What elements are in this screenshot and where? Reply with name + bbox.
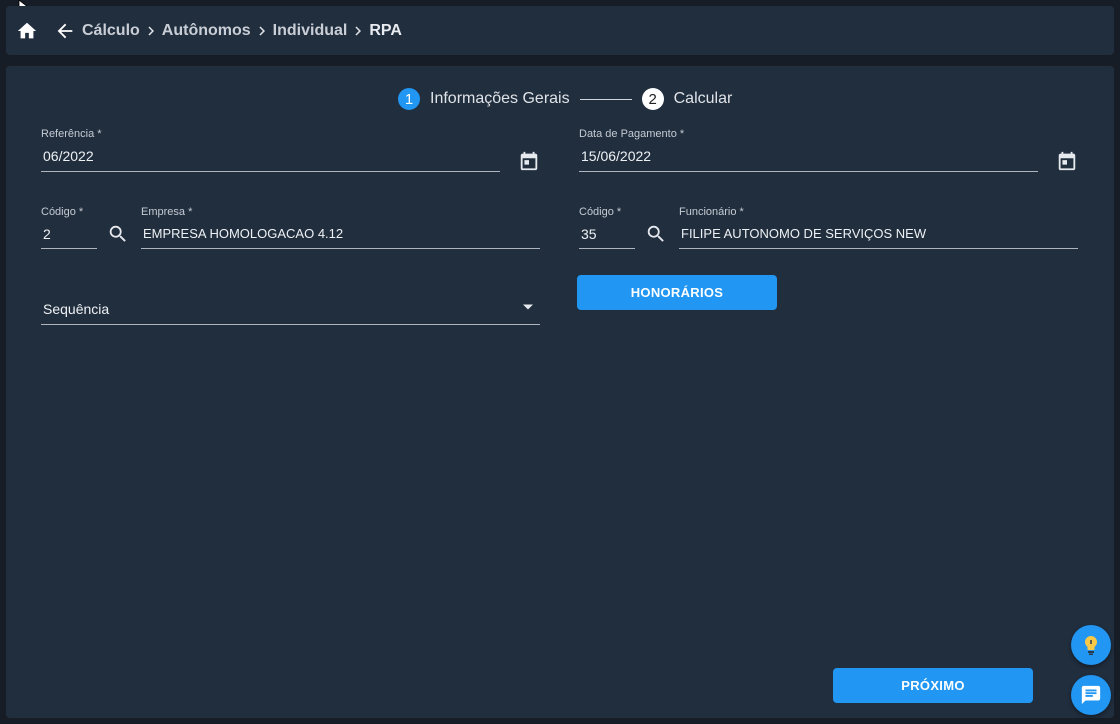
- breadcrumb-individual[interactable]: Individual: [273, 22, 348, 40]
- field-underline: [141, 248, 540, 249]
- breadcrumb-calculo[interactable]: Cálculo: [82, 22, 140, 40]
- step-1-number[interactable]: 1: [398, 88, 420, 110]
- funcionario-label: Funcionário *: [679, 206, 744, 218]
- empresa-search-button[interactable]: [106, 222, 130, 246]
- home-icon: [17, 22, 37, 38]
- empresa-codigo-label: Código *: [41, 206, 84, 218]
- tips-fab[interactable]: [1071, 625, 1111, 665]
- home-button[interactable]: [16, 20, 38, 42]
- sequencia-select[interactable]: Sequência: [41, 288, 540, 325]
- field-underline: [579, 171, 1038, 172]
- breadcrumb-autonomos[interactable]: Autônomos: [162, 22, 251, 40]
- back-button[interactable]: [54, 20, 76, 42]
- calendar-icon: [520, 151, 538, 171]
- funcionario-codigo-label: Código *: [579, 206, 622, 218]
- chevron-right-icon: [253, 22, 271, 40]
- breadcrumb-rpa: RPA: [369, 21, 402, 39]
- data-pagamento-label: Data de Pagamento *: [579, 128, 685, 140]
- chat-fab[interactable]: [1071, 675, 1111, 715]
- funcionario-field[interactable]: Funcionário * FILIPE AUTONOMO DE SERVIÇO…: [679, 206, 1078, 249]
- funcionario-search-button[interactable]: [644, 222, 668, 246]
- referencia-label: Referência *: [41, 128, 102, 140]
- chevron-right-icon: [349, 22, 367, 40]
- funcionario-input[interactable]: FILIPE AUTONOMO DE SERVIÇOS NEW: [681, 226, 926, 241]
- funcionario-codigo-input[interactable]: 35: [581, 226, 597, 242]
- referencia-input[interactable]: 06/2022: [43, 148, 94, 164]
- calendar-icon: [1058, 151, 1076, 171]
- lightbulb-icon: [1084, 635, 1098, 655]
- referencia-calendar-button[interactable]: [517, 149, 541, 173]
- step-1-label[interactable]: Informações Gerais: [430, 90, 570, 108]
- empresa-codigo-field[interactable]: Código * 2: [41, 206, 97, 249]
- search-icon: [109, 225, 126, 242]
- field-underline: [41, 324, 540, 325]
- main-panel: 1 Informações Gerais 2 Calcular Referênc…: [6, 66, 1114, 718]
- step-connector: [579, 98, 632, 100]
- field-underline: [679, 248, 1078, 249]
- step-2-number[interactable]: 2: [641, 88, 664, 110]
- step-2-label[interactable]: Calcular: [674, 90, 733, 108]
- proximo-button[interactable]: PRÓXIMO: [833, 668, 1033, 703]
- chevron-right-icon: [142, 22, 160, 40]
- empresa-field[interactable]: Empresa * EMPRESA HOMOLOGACAO 4.12: [141, 206, 540, 249]
- field-underline: [41, 171, 500, 172]
- honorarios-button[interactable]: HONORÁRIOS: [577, 275, 777, 310]
- sequencia-placeholder: Sequência: [43, 301, 110, 317]
- empresa-label: Empresa *: [141, 206, 193, 218]
- dropdown-arrow-icon: [523, 304, 533, 310]
- stepper: 1 Informações Gerais 2 Calcular: [398, 88, 732, 110]
- field-underline: [579, 248, 635, 249]
- chat-icon: [1081, 685, 1101, 705]
- data-pagamento-calendar-button[interactable]: [1055, 149, 1079, 173]
- search-icon: [647, 225, 664, 242]
- data-pagamento-input[interactable]: 15/06/2022: [581, 148, 651, 164]
- empresa-codigo-input[interactable]: 2: [43, 226, 51, 242]
- field-underline: [41, 248, 97, 249]
- data-pagamento-field[interactable]: Data de Pagamento * 15/06/2022: [579, 128, 1038, 172]
- referencia-field[interactable]: Referência * 06/2022: [41, 128, 500, 172]
- breadcrumb-bar: Cálculo Autônomos Individual RPA: [6, 6, 1114, 55]
- empresa-input[interactable]: EMPRESA HOMOLOGACAO 4.12: [143, 226, 343, 241]
- funcionario-codigo-field[interactable]: Código * 35: [579, 206, 635, 249]
- arrow-back-icon: [57, 23, 73, 38]
